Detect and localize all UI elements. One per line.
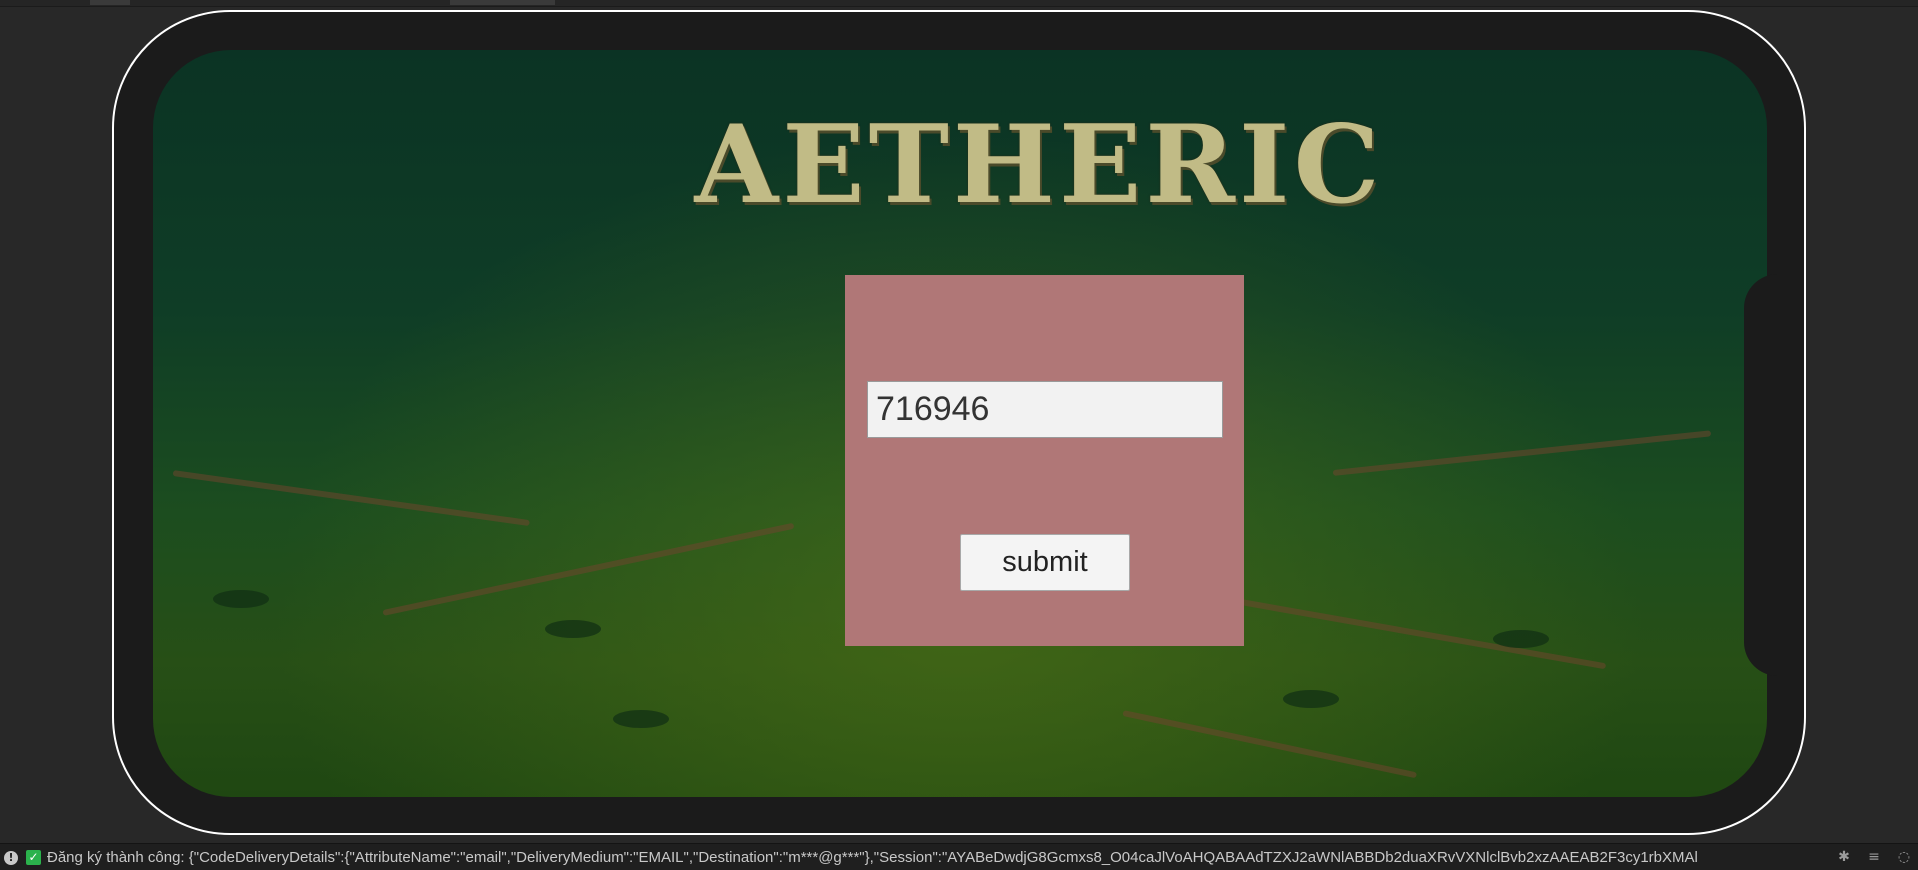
layers-icon[interactable]: ≡ — [1866, 849, 1882, 865]
background-path — [382, 522, 795, 616]
info-icon[interactable]: ! — [4, 850, 18, 865]
console-last-message[interactable]: Đăng ký thành công: {"CodeDeliveryDetail… — [47, 849, 1762, 866]
background-path — [1122, 710, 1418, 779]
toolbar-tab[interactable] — [90, 0, 130, 5]
submit-button[interactable]: submit — [960, 534, 1130, 591]
toolbar-tab-active[interactable] — [450, 0, 555, 5]
game-title-logo: AETHERIC — [694, 102, 1384, 228]
editor-window: AETHERIC submit ! ✓ Đăng ký thành công: … — [0, 0, 1918, 870]
background-path — [172, 470, 530, 527]
verification-panel: submit — [845, 275, 1244, 646]
background-rock — [545, 620, 601, 638]
device-notch — [1744, 274, 1804, 676]
success-check-icon: ✓ — [26, 850, 41, 865]
background-rock — [213, 590, 269, 608]
background-rock — [1283, 690, 1339, 708]
background-path — [1332, 430, 1712, 476]
game-view-device-frame: AETHERIC submit — [112, 10, 1806, 835]
background-rock — [1493, 630, 1549, 648]
status-bar-right-icons: ✱ ≡ ◌ — [1836, 849, 1912, 865]
progress-icon[interactable]: ◌ — [1896, 849, 1912, 865]
background-rock — [613, 710, 669, 728]
editor-toolbar-strip — [0, 0, 1918, 7]
bug-icon[interactable]: ✱ — [1836, 849, 1852, 865]
verification-code-input[interactable] — [867, 381, 1223, 438]
console-status-bar[interactable]: ! ✓ Đăng ký thành công: {"CodeDeliveryDe… — [0, 843, 1918, 870]
